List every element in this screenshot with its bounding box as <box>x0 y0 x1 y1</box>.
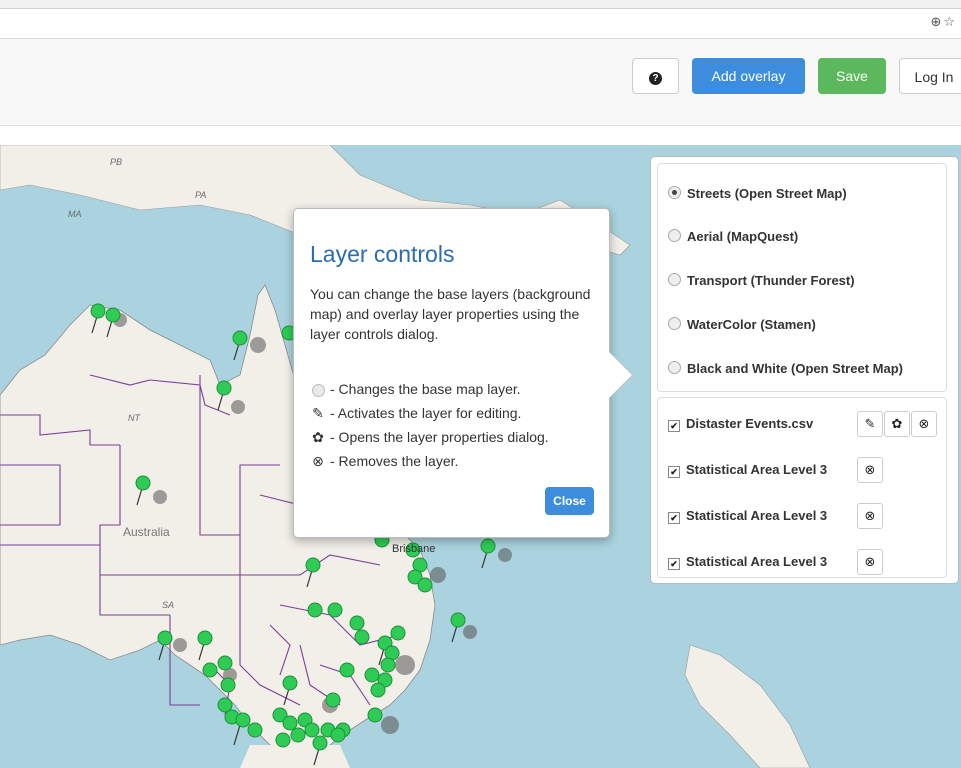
popover-close-button[interactable]: Close <box>545 487 594 515</box>
legend-text: - Opens the layer properties dialog. <box>330 429 549 445</box>
layer-properties-button[interactable]: ✿ <box>884 411 910 437</box>
legend-text: - Changes the base map layer. <box>330 381 521 397</box>
map-label-ma: MA <box>68 209 82 219</box>
edit-icon: ✎ <box>312 406 324 422</box>
app-toolbar: ? Add overlay Save Log In <box>0 39 961 126</box>
overlay-item[interactable]: ✔ Distaster Events.csv <box>668 416 813 432</box>
base-layer-label: Streets (Open Street Map) <box>687 186 847 201</box>
base-layer-aerial[interactable]: Aerial (MapQuest) <box>668 229 798 244</box>
add-overlay-button[interactable]: Add overlay <box>692 58 805 94</box>
address-bar[interactable]: ⊕☆ <box>0 10 961 39</box>
help-icon: ? <box>649 71 662 85</box>
remove-layer-button[interactable]: ⊗ <box>857 457 883 483</box>
overlay-item[interactable]: ✔ Statistical Area Level 3 <box>668 462 827 478</box>
radio-icon[interactable] <box>668 361 681 374</box>
checkbox-icon[interactable]: ✔ <box>668 466 680 478</box>
radio-icon[interactable] <box>668 317 681 330</box>
base-layer-streets[interactable]: Streets (Open Street Map) <box>668 186 847 201</box>
checkbox-icon[interactable]: ✔ <box>668 512 680 524</box>
overlay-label: Statistical Area Level 3 <box>686 508 828 523</box>
base-layer-label: WaterColor (Stamen) <box>687 317 816 332</box>
overlay-item[interactable]: ✔ Statistical Area Level 3 <box>668 508 827 524</box>
legend-text: - Activates the layer for editing. <box>330 405 522 421</box>
overlay-label: Statistical Area Level 3 <box>686 554 828 569</box>
base-layer-black-white[interactable]: Black and White (Open Street Map) <box>668 361 903 376</box>
overlay-label: Distaster Events.csv <box>686 416 814 431</box>
checkbox-icon[interactable]: ✔ <box>668 558 680 570</box>
layer-controls-popover: Layer controls You can change the base l… <box>293 208 633 538</box>
gear-icon: ✿ <box>312 430 324 446</box>
map-label-pa: PA <box>195 190 207 200</box>
radio-icon[interactable] <box>668 273 681 286</box>
legend-row-remove: ⊗ - Removes the layer. <box>310 453 458 470</box>
radio-icon[interactable] <box>668 229 681 242</box>
login-button[interactable]: Log In <box>899 58 961 94</box>
browser-tab-strip <box>0 0 961 9</box>
remove-layer-button[interactable]: ⊗ <box>857 549 883 575</box>
base-layer-label: Transport (Thunder Forest) <box>687 273 855 288</box>
popover-arrow-inner <box>609 352 632 398</box>
overlay-label: Statistical Area Level 3 <box>686 462 828 477</box>
help-button[interactable]: ? <box>632 58 679 94</box>
base-layer-transport[interactable]: Transport (Thunder Forest) <box>668 273 855 288</box>
popover-body: You can change the base layers (backgrou… <box>310 286 591 342</box>
popover-title: Layer controls <box>310 241 455 267</box>
checkbox-icon[interactable]: ✔ <box>668 420 680 432</box>
legend-row-gear: ✿ - Opens the layer properties dialog. <box>310 429 549 446</box>
map-label-pb: PB <box>110 157 123 167</box>
base-layer-label: Aerial (MapQuest) <box>687 229 799 244</box>
layer-panel: Streets (Open Street Map) Aerial (MapQue… <box>650 156 959 584</box>
map-label-nt: NT <box>128 413 140 423</box>
radio-icon <box>310 382 326 398</box>
map-label-sa: SA <box>162 600 175 610</box>
zoom-star-icons[interactable]: ⊕☆ <box>930 15 957 30</box>
legend-row-radio: - Changes the base map layer. <box>310 381 521 398</box>
legend-text: - Removes the layer. <box>330 453 459 469</box>
radio-selected-icon[interactable] <box>668 186 681 199</box>
remove-layer-button[interactable]: ⊗ <box>857 503 883 529</box>
south-coast-land <box>240 745 350 768</box>
map-label-australia: Australia <box>123 525 170 539</box>
remove-icon: ⊗ <box>312 454 324 470</box>
base-layer-label: Black and White (Open Street Map) <box>687 361 903 376</box>
map-label-brisbane: Brisbane <box>392 543 436 555</box>
legend-row-edit: ✎ - Activates the layer for editing. <box>310 405 521 422</box>
remove-layer-button[interactable]: ⊗ <box>911 411 937 437</box>
overlay-layer-list: ✔ Distaster Events.csv ✎ ✿ ⊗ ✔ Statistical… <box>657 397 947 578</box>
overlay-item[interactable]: ✔ Statistical Area Level 3 <box>668 554 827 570</box>
save-button[interactable]: Save <box>818 58 886 94</box>
base-layer-watercolor[interactable]: WaterColor (Stamen) <box>668 317 816 332</box>
edit-layer-button[interactable]: ✎ <box>857 411 883 437</box>
new-zealand-landmass <box>684 644 811 768</box>
base-layer-list: Streets (Open Street Map) Aerial (MapQue… <box>657 163 947 392</box>
